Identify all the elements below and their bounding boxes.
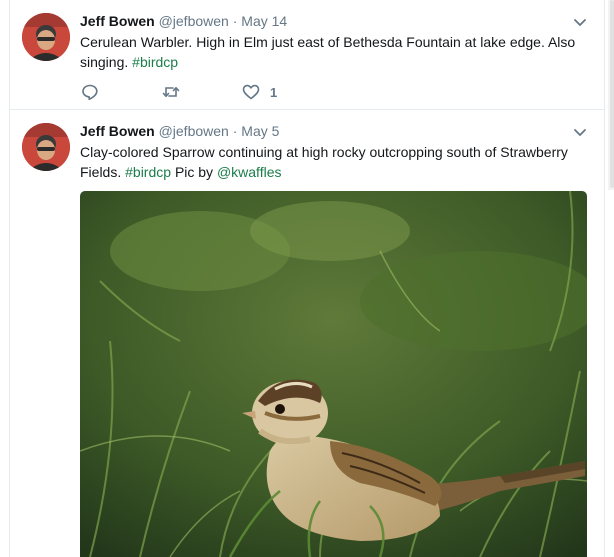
chevron-down-icon[interactable] [572,14,588,30]
chevron-down-icon[interactable] [572,124,588,140]
like-count: 1 [270,84,278,100]
tweet[interactable]: Jeff Bowen @jefbowen · May 14 Cerulean W… [10,0,604,110]
reply-icon [82,84,98,101]
retweet-icon [162,87,180,97]
tweet-header: Jeff Bowen @jefbowen · May 5 [80,122,279,140]
tweet-actions: 1 [80,82,380,104]
avatar[interactable] [22,13,70,61]
like-button[interactable]: 1 [242,82,277,102]
retweet-button[interactable] [162,82,180,102]
separator-dot: · [232,13,238,29]
tweet[interactable]: Jeff Bowen @jefbowen · May 5 Clay-colore… [10,110,604,557]
tweet-photo[interactable] [80,191,587,557]
author-name[interactable]: Jeff Bowen [80,13,155,29]
avatar[interactable] [22,123,70,171]
heart-icon [242,84,260,100]
author-handle[interactable]: @jefbowen [159,123,229,139]
tweet-timestamp[interactable]: May 5 [241,123,279,139]
photo-credit-label: Pic by [174,164,214,180]
author-handle[interactable]: @jefbowen [159,13,229,29]
tweet-timestamp[interactable]: May 14 [241,13,287,29]
tweet-text: Clay-colored Sparrow continuing at high … [80,142,580,182]
tweet-timeline[interactable]: Jeff Bowen @jefbowen · May 14 Cerulean W… [9,0,605,557]
sparrow-photo [80,191,587,557]
hashtag-link[interactable]: #birdcp [132,54,178,70]
scrollbar-thumb[interactable] [610,0,614,188]
tweet-text: Cerulean Warbler. High in Elm just east … [80,32,580,72]
hashtag-link[interactable]: #birdcp [125,164,171,180]
tweet-header: Jeff Bowen @jefbowen · May 14 [80,12,287,30]
scrollbar[interactable] [608,0,614,190]
reply-button[interactable] [81,82,99,102]
mention-link[interactable]: @kwaffles [217,164,282,180]
separator-dot: · [232,123,238,139]
author-name[interactable]: Jeff Bowen [80,123,155,139]
